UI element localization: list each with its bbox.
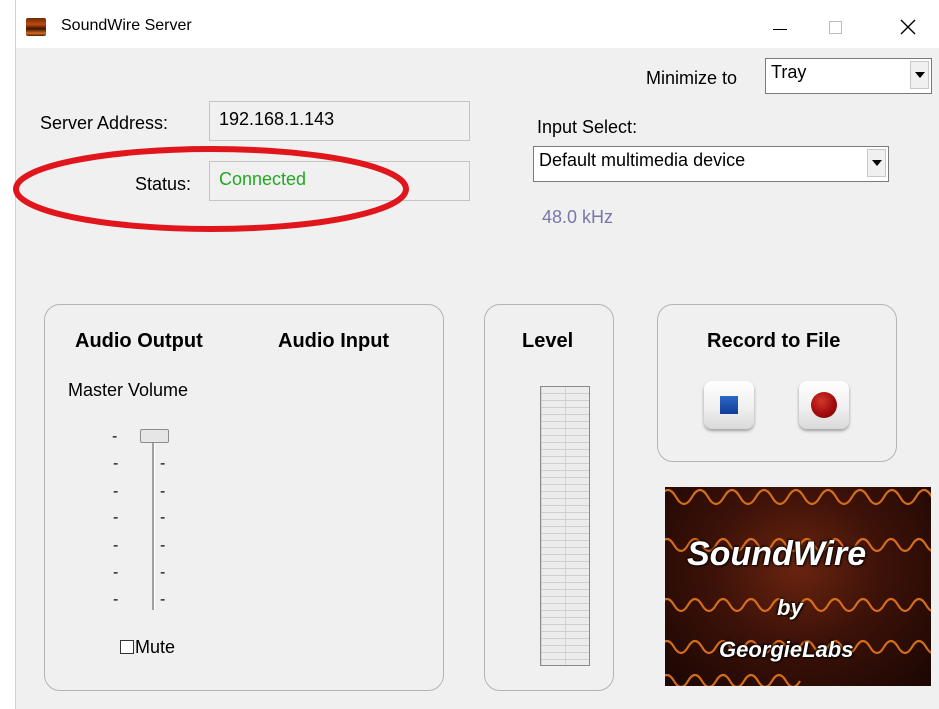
window-title: SoundWire Server	[61, 17, 192, 34]
minimize-to-dropdown-button[interactable]	[910, 61, 929, 89]
minimize-to-select[interactable]: Tray	[765, 58, 932, 94]
close-button[interactable]	[885, 8, 931, 46]
input-select-label: Input Select:	[537, 117, 638, 137]
minimize-icon	[773, 28, 787, 30]
minimize-button[interactable]	[757, 8, 803, 46]
input-device-value: Default multimedia device	[539, 150, 746, 170]
logo-title: SoundWire	[687, 535, 867, 573]
level-meter	[540, 386, 590, 666]
volume-tick: -	[160, 483, 166, 500]
volume-tick: -	[113, 483, 119, 500]
sample-rate-label: 48.0 kHz	[542, 207, 614, 227]
logo-by: by	[777, 595, 803, 620]
soundwire-app-icon	[26, 18, 46, 36]
logo-company: GeorgieLabs	[719, 637, 854, 662]
stop-icon	[720, 396, 738, 414]
input-select-dropdown-button[interactable]	[867, 149, 886, 177]
level-header: Level	[522, 330, 574, 352]
volume-tick: -	[160, 564, 166, 581]
volume-slider-track	[152, 440, 155, 610]
volume-tick: -	[113, 564, 119, 581]
audio-group	[44, 304, 444, 691]
status-field: Connected	[209, 161, 470, 201]
record-to-file-header: Record to File	[707, 330, 841, 352]
record-icon	[811, 392, 837, 418]
volume-slider-thumb[interactable]	[140, 429, 169, 443]
volume-tick: -	[113, 509, 119, 526]
soundwire-logo: SoundWire by GeorgieLabs	[665, 487, 931, 686]
volume-tick: -	[160, 537, 166, 554]
volume-tick: -	[160, 509, 166, 526]
server-address-value: 192.168.1.143	[219, 109, 335, 129]
stop-button[interactable]	[704, 381, 754, 429]
chevron-down-icon	[914, 72, 925, 78]
minimize-to-value: Tray	[771, 62, 807, 82]
chevron-down-icon	[871, 160, 882, 166]
record-group	[657, 304, 897, 462]
server-address-label: Server Address:	[40, 113, 169, 133]
mute-checkbox[interactable]	[120, 640, 134, 654]
volume-tick: -	[160, 455, 166, 472]
title-bar[interactable]: SoundWire Server	[16, 0, 939, 48]
volume-tick: -	[160, 591, 166, 608]
app-window: SoundWire Server Minimize to Tray Server…	[15, 0, 939, 709]
status-value: Connected	[219, 169, 307, 189]
close-icon	[900, 19, 916, 35]
input-select-dropdown[interactable]: Default multimedia device	[533, 146, 889, 182]
audio-output-header: Audio Output	[75, 330, 203, 352]
status-label: Status:	[135, 174, 192, 194]
audio-input-header: Audio Input	[278, 330, 390, 352]
volume-tick: -	[113, 591, 119, 608]
record-button[interactable]	[799, 381, 849, 429]
minimize-to-label: Minimize to	[646, 68, 738, 88]
volume-tick: -	[113, 455, 119, 472]
volume-tick: -	[112, 428, 118, 445]
maximize-icon	[828, 20, 842, 34]
mute-label: Mute	[135, 637, 176, 657]
master-volume-label: Master Volume	[68, 380, 189, 400]
server-address-field[interactable]: 192.168.1.143	[209, 101, 470, 141]
maximize-button[interactable]	[812, 8, 858, 46]
volume-tick: -	[113, 537, 119, 554]
